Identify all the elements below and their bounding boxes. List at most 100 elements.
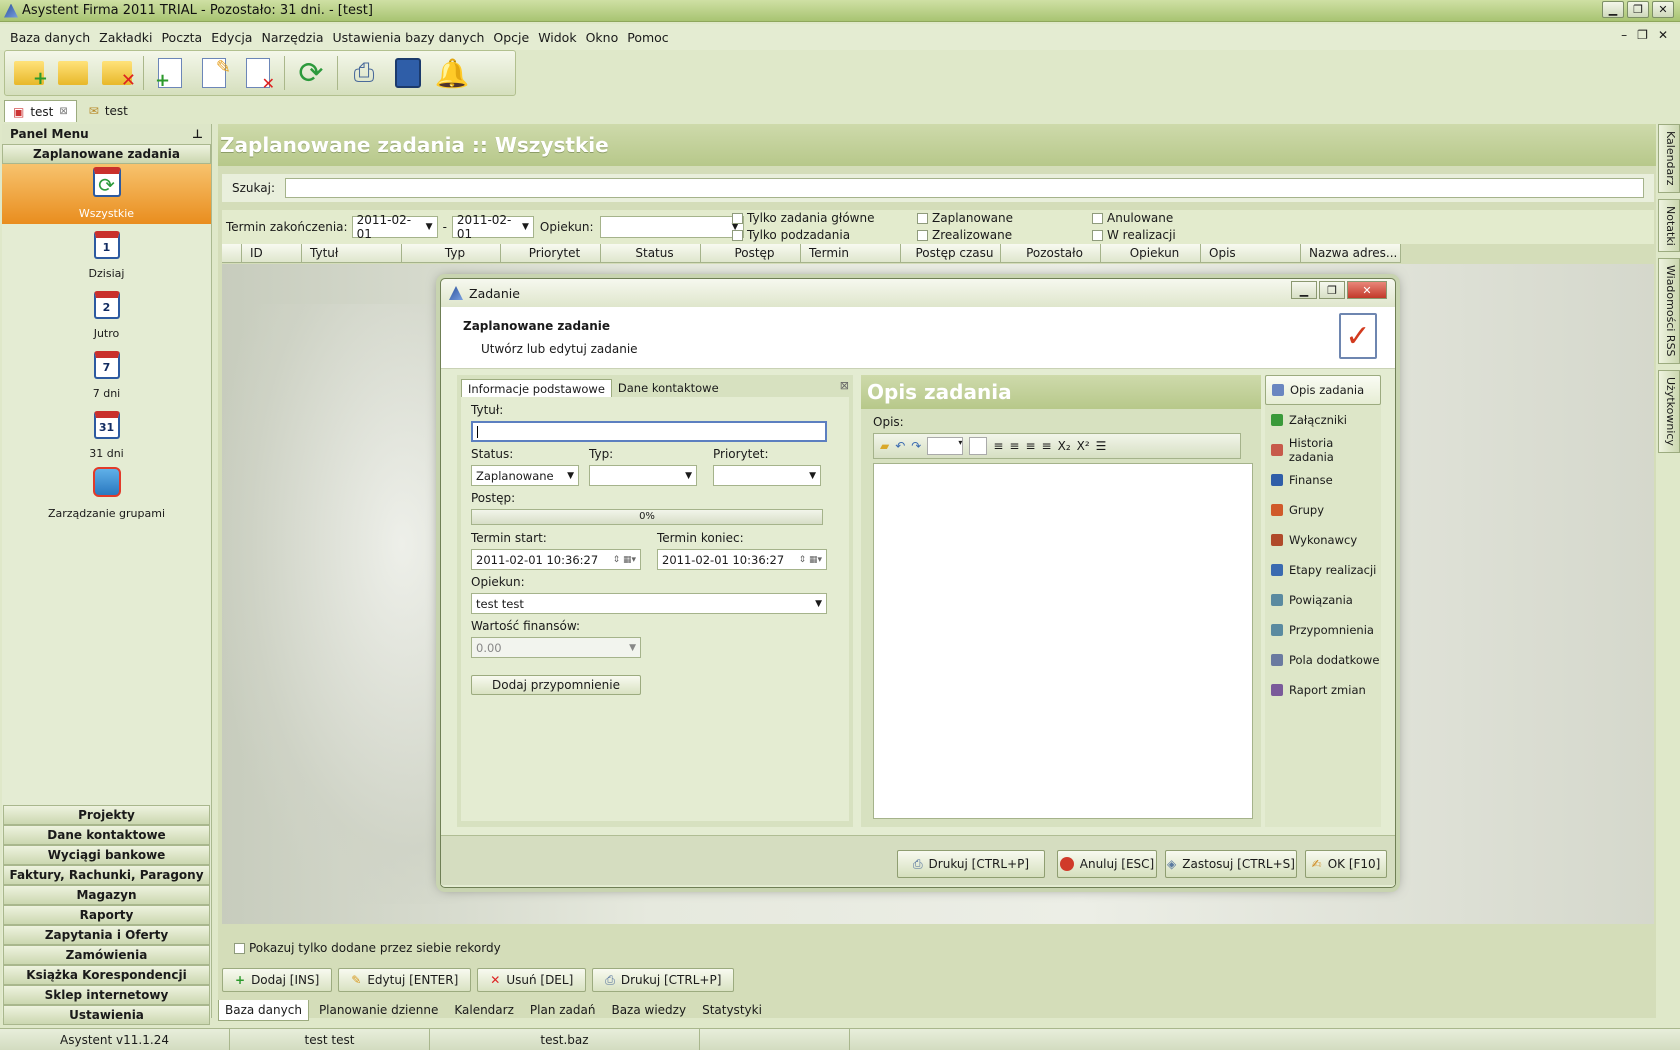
start-datetime-input[interactable]: 2011-02-01 10:36:27 ⇕ ▦▾	[471, 549, 641, 570]
bullet-list-icon[interactable]: ☰	[1096, 439, 1107, 453]
section-faktury[interactable]: Faktury, Rachunki, Paragony	[3, 865, 210, 885]
pane-close-icon[interactable]: ⊠	[840, 379, 849, 397]
minimize-icon[interactable]: ▁	[1602, 1, 1624, 18]
date-to-picker[interactable]: 2011-02-01 ▼	[451, 213, 534, 241]
panel-item-wszystkie[interactable]: ⟳ Wszystkie	[2, 164, 211, 224]
print-dialog-button[interactable]: ⎙ Drukuj [CTRL+P]	[897, 850, 1045, 878]
align-right-icon[interactable]: ≡	[1025, 439, 1035, 453]
finance-input[interactable]: 0.00 ▼	[471, 637, 641, 658]
dialog-close-icon[interactable]: ✕	[1347, 281, 1387, 299]
group-zaplanowane-zadania[interactable]: Zaplanowane zadania	[2, 144, 211, 164]
edit-button[interactable]: ✎ Edytuj [ENTER]	[338, 968, 472, 992]
type-select[interactable]: ▼	[589, 465, 697, 486]
undo-icon[interactable]: ↶	[895, 439, 905, 453]
reminders-button[interactable]: 🔔	[434, 55, 470, 91]
check-cancelled[interactable]: Anulowane	[1092, 210, 1176, 227]
subscript-icon[interactable]: X₂	[1058, 439, 1071, 453]
checkbox[interactable]	[917, 213, 928, 224]
menu-zakladki[interactable]: Zakładki	[99, 30, 152, 45]
add-record-button[interactable]: +	[152, 55, 188, 91]
nav-raport-zmian[interactable]: Raport zmian	[1265, 675, 1381, 705]
column-address-name[interactable]: Nazwa adres...	[1301, 244, 1401, 262]
section-raporty[interactable]: Raporty	[3, 905, 210, 925]
menu-opcje[interactable]: Opcje	[493, 30, 529, 45]
side-tab-notatki[interactable]: Notatki	[1658, 198, 1680, 253]
add-reminder-button[interactable]: Dodaj przypomnienie	[471, 675, 641, 695]
section-wyciagi-bankowe[interactable]: Wyciągi bankowe	[3, 845, 210, 865]
tab-test-active[interactable]: ▣ test ⊠	[4, 100, 77, 122]
tab-close-icon[interactable]: ⊠	[59, 106, 67, 117]
calculator-button[interactable]	[390, 55, 426, 91]
nav-powiazania[interactable]: Powiązania	[1265, 585, 1381, 615]
checkbox[interactable]	[732, 230, 743, 241]
search-input[interactable]	[285, 178, 1644, 198]
check-main-tasks[interactable]: Tylko zadania główne	[732, 210, 874, 227]
title-input[interactable]	[471, 421, 827, 442]
section-dane-kontaktowe[interactable]: Dane kontaktowe	[3, 825, 210, 845]
delete-button[interactable]: ✕ Usuń [DEL]	[477, 968, 587, 992]
side-tab-uzytkownicy[interactable]: Użytkownicy	[1658, 369, 1680, 453]
checkbox[interactable]	[917, 230, 928, 241]
check-done[interactable]: Zrealizowane	[917, 227, 1013, 244]
apply-button[interactable]: ◈ Zastosuj [CTRL+S]	[1165, 850, 1297, 878]
tab-baza-wiedzy[interactable]: Baza wiedzy	[605, 1000, 692, 1021]
print-button[interactable]: ⎙	[346, 55, 382, 91]
font-size-select[interactable]: ▾	[927, 437, 964, 455]
nav-historia-zadania[interactable]: Historia zadania	[1265, 435, 1381, 465]
nav-zalaczniki[interactable]: Załączniki	[1265, 405, 1381, 435]
check-in-progress[interactable]: W realizacji	[1092, 227, 1176, 244]
tab-statystyki[interactable]: Statystyki	[696, 1000, 768, 1021]
tab-planowanie-dzienne[interactable]: Planowanie dzienne	[313, 1000, 444, 1021]
edit-record-button[interactable]: ✎	[196, 55, 232, 91]
section-sklep-internetowy[interactable]: Sklep internetowy	[3, 985, 210, 1005]
dialog-minimize-icon[interactable]: ▁	[1291, 281, 1317, 299]
section-ustawienia[interactable]: Ustawienia	[3, 1005, 210, 1025]
mdi-close-icon[interactable]: ✕	[1658, 28, 1668, 42]
maximize-icon[interactable]: ❐	[1627, 1, 1649, 18]
ok-button[interactable]: ✍ OK [F10]	[1305, 850, 1387, 878]
tab-test[interactable]: ✉ test	[81, 100, 136, 122]
mdi-restore-icon[interactable]: ❐	[1637, 28, 1648, 42]
align-center-icon[interactable]: ≡	[1009, 439, 1019, 453]
tab-informacje-podstawowe[interactable]: Informacje podstawowe	[461, 379, 612, 397]
panel-item-7-dni[interactable]: 7 7 dni	[2, 344, 211, 404]
open-database-button[interactable]	[55, 55, 91, 91]
tab-kalendarz[interactable]: Kalendarz	[448, 1000, 520, 1021]
nav-pola-dodatkowe[interactable]: Pola dodatkowe	[1265, 645, 1381, 675]
status-select[interactable]: Zaplanowane ▼	[471, 465, 579, 486]
nav-wykonawcy[interactable]: Wykonawcy	[1265, 525, 1381, 555]
column-status[interactable]: Status	[601, 244, 701, 262]
check-subtasks[interactable]: Tylko podzadania	[732, 227, 874, 244]
column-description[interactable]: Opis	[1201, 244, 1301, 262]
checkbox[interactable]	[1092, 213, 1103, 224]
section-magazyn[interactable]: Magazyn	[3, 885, 210, 905]
refresh-button[interactable]: ⟳	[293, 55, 329, 91]
close-icon[interactable]: ✕	[1652, 1, 1674, 18]
check-planned[interactable]: Zaplanowane	[917, 210, 1013, 227]
nav-grupy[interactable]: Grupy	[1265, 495, 1381, 525]
nav-opis-zadania[interactable]: Opis zadania	[1265, 375, 1381, 405]
tab-plan-zadan[interactable]: Plan zadań	[524, 1000, 602, 1021]
nav-przypomnienia[interactable]: Przypomnienia	[1265, 615, 1381, 645]
section-zamowienia[interactable]: Zamówienia	[3, 945, 210, 965]
delete-record-button[interactable]: ✕	[240, 55, 276, 93]
column-start[interactable]: Termin rozpoc...	[801, 244, 901, 279]
column-progress[interactable]: Postęp	[701, 244, 801, 262]
menu-edycja[interactable]: Edycja	[211, 30, 252, 45]
checkbox[interactable]	[1092, 230, 1103, 241]
side-tab-rss[interactable]: Wiadomości RSS	[1658, 258, 1680, 364]
panel-item-zarzadzanie-grupami[interactable]: Zarządzanie grupami	[2, 464, 211, 524]
panel-item-31-dni[interactable]: 31 31 dni	[2, 404, 211, 464]
menu-poczta[interactable]: Poczta	[161, 30, 202, 45]
only-mine-checkbox[interactable]	[234, 942, 245, 954]
menu-baza-danych[interactable]: Baza danych	[10, 30, 90, 45]
section-projekty[interactable]: Projekty	[3, 805, 210, 825]
owner-filter-select[interactable]: ▼	[599, 216, 744, 238]
column-priority[interactable]: Priorytet	[501, 244, 601, 262]
description-editor[interactable]	[873, 463, 1253, 819]
owner-select[interactable]: test test ▼	[471, 593, 827, 614]
column-type[interactable]: Typ	[402, 244, 501, 262]
close-database-button[interactable]: ✕	[99, 55, 136, 91]
panel-item-jutro[interactable]: 2 Jutro	[2, 284, 211, 344]
menu-pomoc[interactable]: Pomoc	[627, 30, 668, 45]
